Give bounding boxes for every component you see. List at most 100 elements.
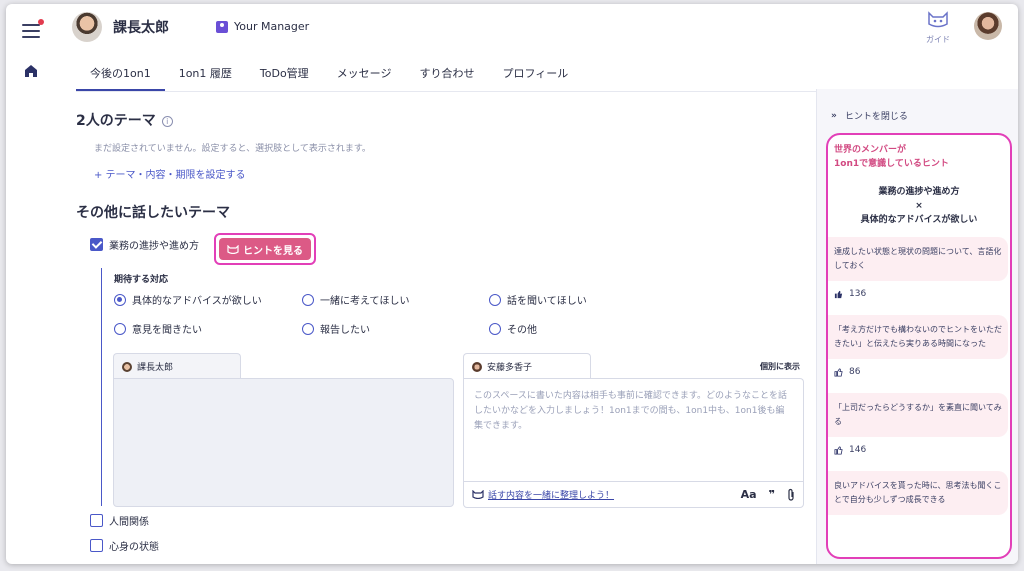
like-count: 136: [849, 289, 867, 299]
option-label: 報告したい: [320, 325, 370, 336]
info-icon[interactable]: i: [161, 115, 173, 127]
thumbs-up-icon: [834, 290, 843, 298]
member-note-editor[interactable]: このスペースに書いた内容は相手も事前に確認できます。どのようなことを話したいかな…: [463, 378, 804, 482]
cat-icon: [227, 244, 239, 254]
like-button[interactable]: 146: [828, 437, 1010, 471]
radio-selected[interactable]: [114, 293, 126, 306]
option-label: 一緒に考えてほしい: [320, 296, 410, 307]
avatar[interactable]: [72, 12, 102, 42]
topic-label: 業務の進捗や進め方: [109, 241, 199, 252]
tab-todo[interactable]: ToDo管理: [246, 60, 323, 91]
radio[interactable]: [114, 322, 126, 335]
font-format-button[interactable]: Aa: [741, 488, 757, 501]
expect-label: 期待する対応: [114, 275, 169, 285]
hint-heading: 世界のメンバーが 1on1で意識しているヒント: [828, 135, 1010, 179]
hint-button-label: ヒントを見る: [243, 245, 303, 257]
show-hint-button[interactable]: ヒントを見る: [219, 238, 311, 260]
radio[interactable]: [302, 322, 314, 335]
option-label: 話を聞いてほしい: [507, 296, 587, 307]
radio[interactable]: [489, 322, 501, 335]
hint-panel: » ヒントを閉じる 世界のメンバーが 1on1で意識しているヒント 業務の進捗や…: [816, 89, 1018, 564]
hint-list: 世界のメンバーが 1on1で意識しているヒント 業務の進捗や進め方 × 具体的な…: [826, 133, 1012, 559]
note-toolbar: 話す内容を一緒に整理しよう！ Aa ❞: [463, 481, 804, 508]
cat-icon: [928, 11, 948, 28]
note-author: 安藤多香子: [487, 363, 533, 373]
hint-heading-line: 1on1で意識しているヒント: [834, 159, 949, 169]
close-hint-label: ヒントを閉じる: [844, 112, 908, 122]
hint-card: 達成したい状態と現状の問題について、言語化しておく: [828, 237, 1008, 281]
manager-note: 課長太郎: [113, 353, 454, 507]
option-other[interactable]: その他: [489, 321, 537, 336]
attach-icon[interactable]: [787, 488, 795, 501]
organize-topic-link[interactable]: 話す内容を一緒に整理しよう！: [488, 488, 614, 501]
hint-card: 良いアドバイスを貰った時に、思考法も聞くことで自分も少しずつ成長できる: [828, 471, 1008, 515]
checkbox[interactable]: [90, 238, 103, 251]
option-label: 意見を聞きたい: [132, 325, 202, 336]
home-icon[interactable]: [24, 64, 38, 78]
hint-card: 「上司だったらどうするか」を素直に聞いてみる: [828, 393, 1008, 437]
notification-dot: [38, 19, 44, 25]
topic-checkbox-progress[interactable]: 業務の進捗や進め方: [90, 237, 199, 252]
tab-history[interactable]: 1on1 履歴: [165, 60, 246, 91]
manager-label: Your Manager: [234, 20, 310, 33]
hint-topic-line: 業務の進捗や進め方: [878, 187, 960, 197]
double-chevron-icon: »: [831, 110, 837, 121]
like-count: 86: [849, 367, 861, 377]
note-tab-member: 安藤多香子: [463, 353, 591, 379]
topic-label: 心身の状態: [109, 542, 159, 553]
like-button[interactable]: 136: [828, 281, 1010, 315]
thumbs-up-icon: [834, 445, 843, 455]
guide-button[interactable]: ガイド: [923, 10, 953, 45]
like-button[interactable]: 86: [828, 359, 1010, 393]
checkbox[interactable]: [90, 514, 103, 527]
hint-topic: 業務の進捗や進め方 × 具体的なアドバイスが欲しい: [828, 179, 1010, 237]
topic-checkbox-health[interactable]: 心身の状態: [90, 538, 159, 553]
theme-section-title: 2人のテーマ i: [76, 110, 173, 130]
radio[interactable]: [489, 293, 501, 306]
option-opinion[interactable]: 意見を聞きたい: [114, 321, 202, 336]
topic-label: 人間関係: [109, 517, 149, 528]
app-window: 課長太郎 Your Manager ガイド 今後の1on1 1on1 履歴 To…: [6, 4, 1018, 564]
manager-badge: Your Manager: [216, 20, 309, 33]
option-think-together[interactable]: 一緒に考えてほしい: [302, 292, 410, 307]
avatar: [122, 361, 132, 372]
individual-toggle[interactable]: 個別に表示: [760, 361, 800, 372]
option-label: 具体的なアドバイスが欲しい: [132, 296, 262, 307]
topic-indent-line: [101, 268, 102, 506]
user-avatar[interactable]: [974, 12, 1002, 40]
theme-empty-text: まだ設定されていません。設定すると、選択肢として表示されます。: [94, 144, 371, 154]
close-hint-button[interactable]: » ヒントを閉じる: [831, 109, 908, 123]
option-report[interactable]: 報告したい: [302, 321, 370, 336]
person-icon: [216, 20, 228, 33]
page-title: 課長太郎: [113, 20, 169, 36]
note-placeholder: このスペースに書いた内容は相手も事前に確認できます。どのようなことを話したいかな…: [474, 391, 788, 431]
option-listen[interactable]: 話を聞いてほしい: [489, 292, 587, 307]
tab-bar: 今後の1on1 1on1 履歴 ToDo管理 メッセージ すり合わせ プロフィー…: [76, 60, 816, 92]
note-tab-manager: 課長太郎: [113, 353, 241, 379]
checkbox[interactable]: [90, 539, 103, 552]
like-count: 146: [849, 445, 867, 455]
hint-heading-line: 世界のメンバーが: [834, 145, 907, 155]
hint-topic-line: ×: [915, 201, 923, 211]
hint-button-highlight: ヒントを見る: [214, 233, 316, 265]
guide-label: ガイド: [926, 35, 950, 44]
thumbs-up-icon: [834, 367, 843, 377]
manager-note-body: [113, 378, 454, 507]
cat-icon: [472, 490, 484, 499]
hint-topic-line: 具体的なアドバイスが欲しい: [860, 215, 978, 225]
tab-alignment[interactable]: すり合わせ: [405, 60, 488, 91]
radio[interactable]: [302, 293, 314, 306]
menu-icon[interactable]: [22, 19, 44, 38]
quote-button[interactable]: ❞: [769, 488, 775, 501]
tab-profile[interactable]: プロフィール: [488, 60, 582, 91]
tab-messages[interactable]: メッセージ: [323, 60, 406, 91]
option-concrete-advice[interactable]: 具体的なアドバイスが欲しい: [114, 292, 262, 307]
member-note: 安藤多香子 個別に表示 このスペースに書いた内容は相手も事前に確認できます。どの…: [463, 353, 804, 508]
tab-upcoming[interactable]: 今後の1on1: [76, 60, 165, 91]
option-label: その他: [507, 325, 537, 336]
other-section-title: その他に話したいテーマ: [76, 205, 230, 221]
theme-title-text: 2人のテーマ: [76, 113, 156, 129]
topic-checkbox-relations[interactable]: 人間関係: [90, 513, 149, 528]
avatar: [472, 361, 482, 372]
set-theme-link[interactable]: + テーマ・内容・期限を設定する: [94, 166, 246, 181]
